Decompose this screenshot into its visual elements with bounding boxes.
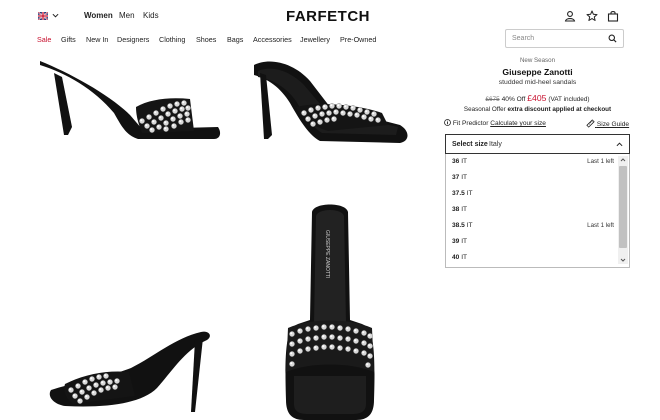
chevron-down-icon[interactable] <box>52 12 59 19</box>
size-value: 37 <box>452 174 460 181</box>
product-name: studded mid-heel sandals <box>498 79 577 86</box>
scroll-up-arrow-icon[interactable] <box>620 157 626 163</box>
nav-item-new-in[interactable]: New In <box>86 35 108 44</box>
price-line: £675 40% Off £405 (VAT included) <box>440 93 635 103</box>
promo-prefix: Seasonal Offer <box>463 106 506 113</box>
size-value: 36 <box>452 158 460 165</box>
size-option[interactable]: 37 IT <box>446 170 618 185</box>
product-image-top[interactable]: GIUSEPPE ZANOTTI <box>280 200 380 420</box>
size-value: 37.5 <box>452 190 465 197</box>
size-option[interactable]: 38 IT <box>446 202 618 217</box>
size-option[interactable]: 40 IT <box>446 250 618 265</box>
sale-price: £405 <box>527 93 547 103</box>
nav-gender-women[interactable]: Women <box>84 11 113 20</box>
size-select-label: Select size <box>452 141 488 148</box>
size-unit: IT <box>461 158 468 165</box>
size-unit: IT <box>461 254 468 261</box>
nav-item-bags[interactable]: Bags <box>227 35 243 44</box>
nav-item-shoes[interactable]: Shoes <box>196 35 216 44</box>
size-system-value: Italy <box>489 141 502 148</box>
search-input[interactable]: Search <box>505 29 624 48</box>
product-image-angled[interactable] <box>250 55 415 150</box>
vat-note: (VAT included) <box>548 96 590 103</box>
size-value: 39 <box>452 238 460 245</box>
nav-item-gifts[interactable]: Gifts <box>61 35 76 44</box>
nav-item-clothing[interactable]: Clothing <box>159 35 185 44</box>
size-option[interactable]: 38.5 IT Last 1 left <box>446 218 618 233</box>
discount-badge: 40% Off <box>501 96 526 103</box>
size-select[interactable]: Select size Italy <box>445 134 630 154</box>
size-unit: IT <box>461 206 468 213</box>
nav-item-pre-owned[interactable]: Pre-Owned <box>340 35 376 44</box>
size-unit: IT <box>466 190 473 197</box>
product-image-rear[interactable] <box>45 320 215 415</box>
chevron-up-icon[interactable] <box>616 141 623 148</box>
brand-name[interactable]: Giuseppe Zanotti <box>440 67 635 77</box>
nav-item-jewellery[interactable]: Jewellery <box>300 35 330 44</box>
size-option[interactable]: 39 IT <box>446 234 618 249</box>
search-placeholder: Search <box>512 35 535 42</box>
promo-text: Seasonal Offer extra discount applied at… <box>440 106 635 113</box>
size-unit: IT <box>461 174 468 181</box>
scrollbar-thumb[interactable] <box>619 166 627 248</box>
size-guide-link[interactable]: Size Guide <box>586 119 629 128</box>
uk-flag-icon[interactable] <box>38 12 48 20</box>
search-icon[interactable] <box>608 34 617 43</box>
size-value: 40 <box>452 254 460 261</box>
scroll-down-arrow-icon[interactable] <box>620 257 626 263</box>
original-price: £675 <box>485 96 500 103</box>
stock-note: Last 1 left <box>587 158 614 165</box>
nav-item-accessories[interactable]: Accessories <box>253 35 292 44</box>
info-icon <box>444 119 451 126</box>
calculate-size-link[interactable]: Calculate your size <box>490 120 546 127</box>
fit-predictor: Fit Predictor Calculate your size <box>444 119 546 127</box>
site-header: Women Men Kids FARFETCH Sale Gifts New I… <box>0 0 660 52</box>
ruler-icon <box>586 119 595 128</box>
nav-item-designers[interactable]: Designers <box>117 35 149 44</box>
nav-item-sale[interactable]: Sale <box>37 35 51 44</box>
account-icon[interactable] <box>564 10 576 22</box>
shopping-bag-icon[interactable] <box>607 10 619 22</box>
size-option[interactable]: 37.5 IT <box>446 186 618 201</box>
nav-gender-men[interactable]: Men <box>119 11 135 20</box>
size-options-list: 36 IT Last 1 left 37 IT 37.5 IT 38 IT 38… <box>445 154 630 268</box>
product-image-side[interactable] <box>30 55 230 145</box>
size-unit: IT <box>466 222 473 229</box>
size-unit: IT <box>461 238 468 245</box>
nav-gender-kids[interactable]: Kids <box>143 11 159 20</box>
site-logo[interactable]: FARFETCH <box>286 8 370 25</box>
stock-note: Last 1 left <box>587 222 614 229</box>
season-label: New Season <box>519 57 556 64</box>
fit-predictor-label: Fit Predictor <box>452 120 489 127</box>
size-value: 38 <box>452 206 460 213</box>
dropdown-scrollbar[interactable] <box>618 156 628 264</box>
promo-bold: extra discount applied at checkout <box>507 106 612 113</box>
wishlist-star-icon[interactable] <box>586 10 598 22</box>
size-value: 38.5 <box>452 222 465 229</box>
insole-brand-text: GIUSEPPE ZANOTTI <box>324 230 330 278</box>
size-guide-label: Size Guide <box>596 121 630 128</box>
size-option[interactable]: 36 IT Last 1 left <box>446 154 618 169</box>
